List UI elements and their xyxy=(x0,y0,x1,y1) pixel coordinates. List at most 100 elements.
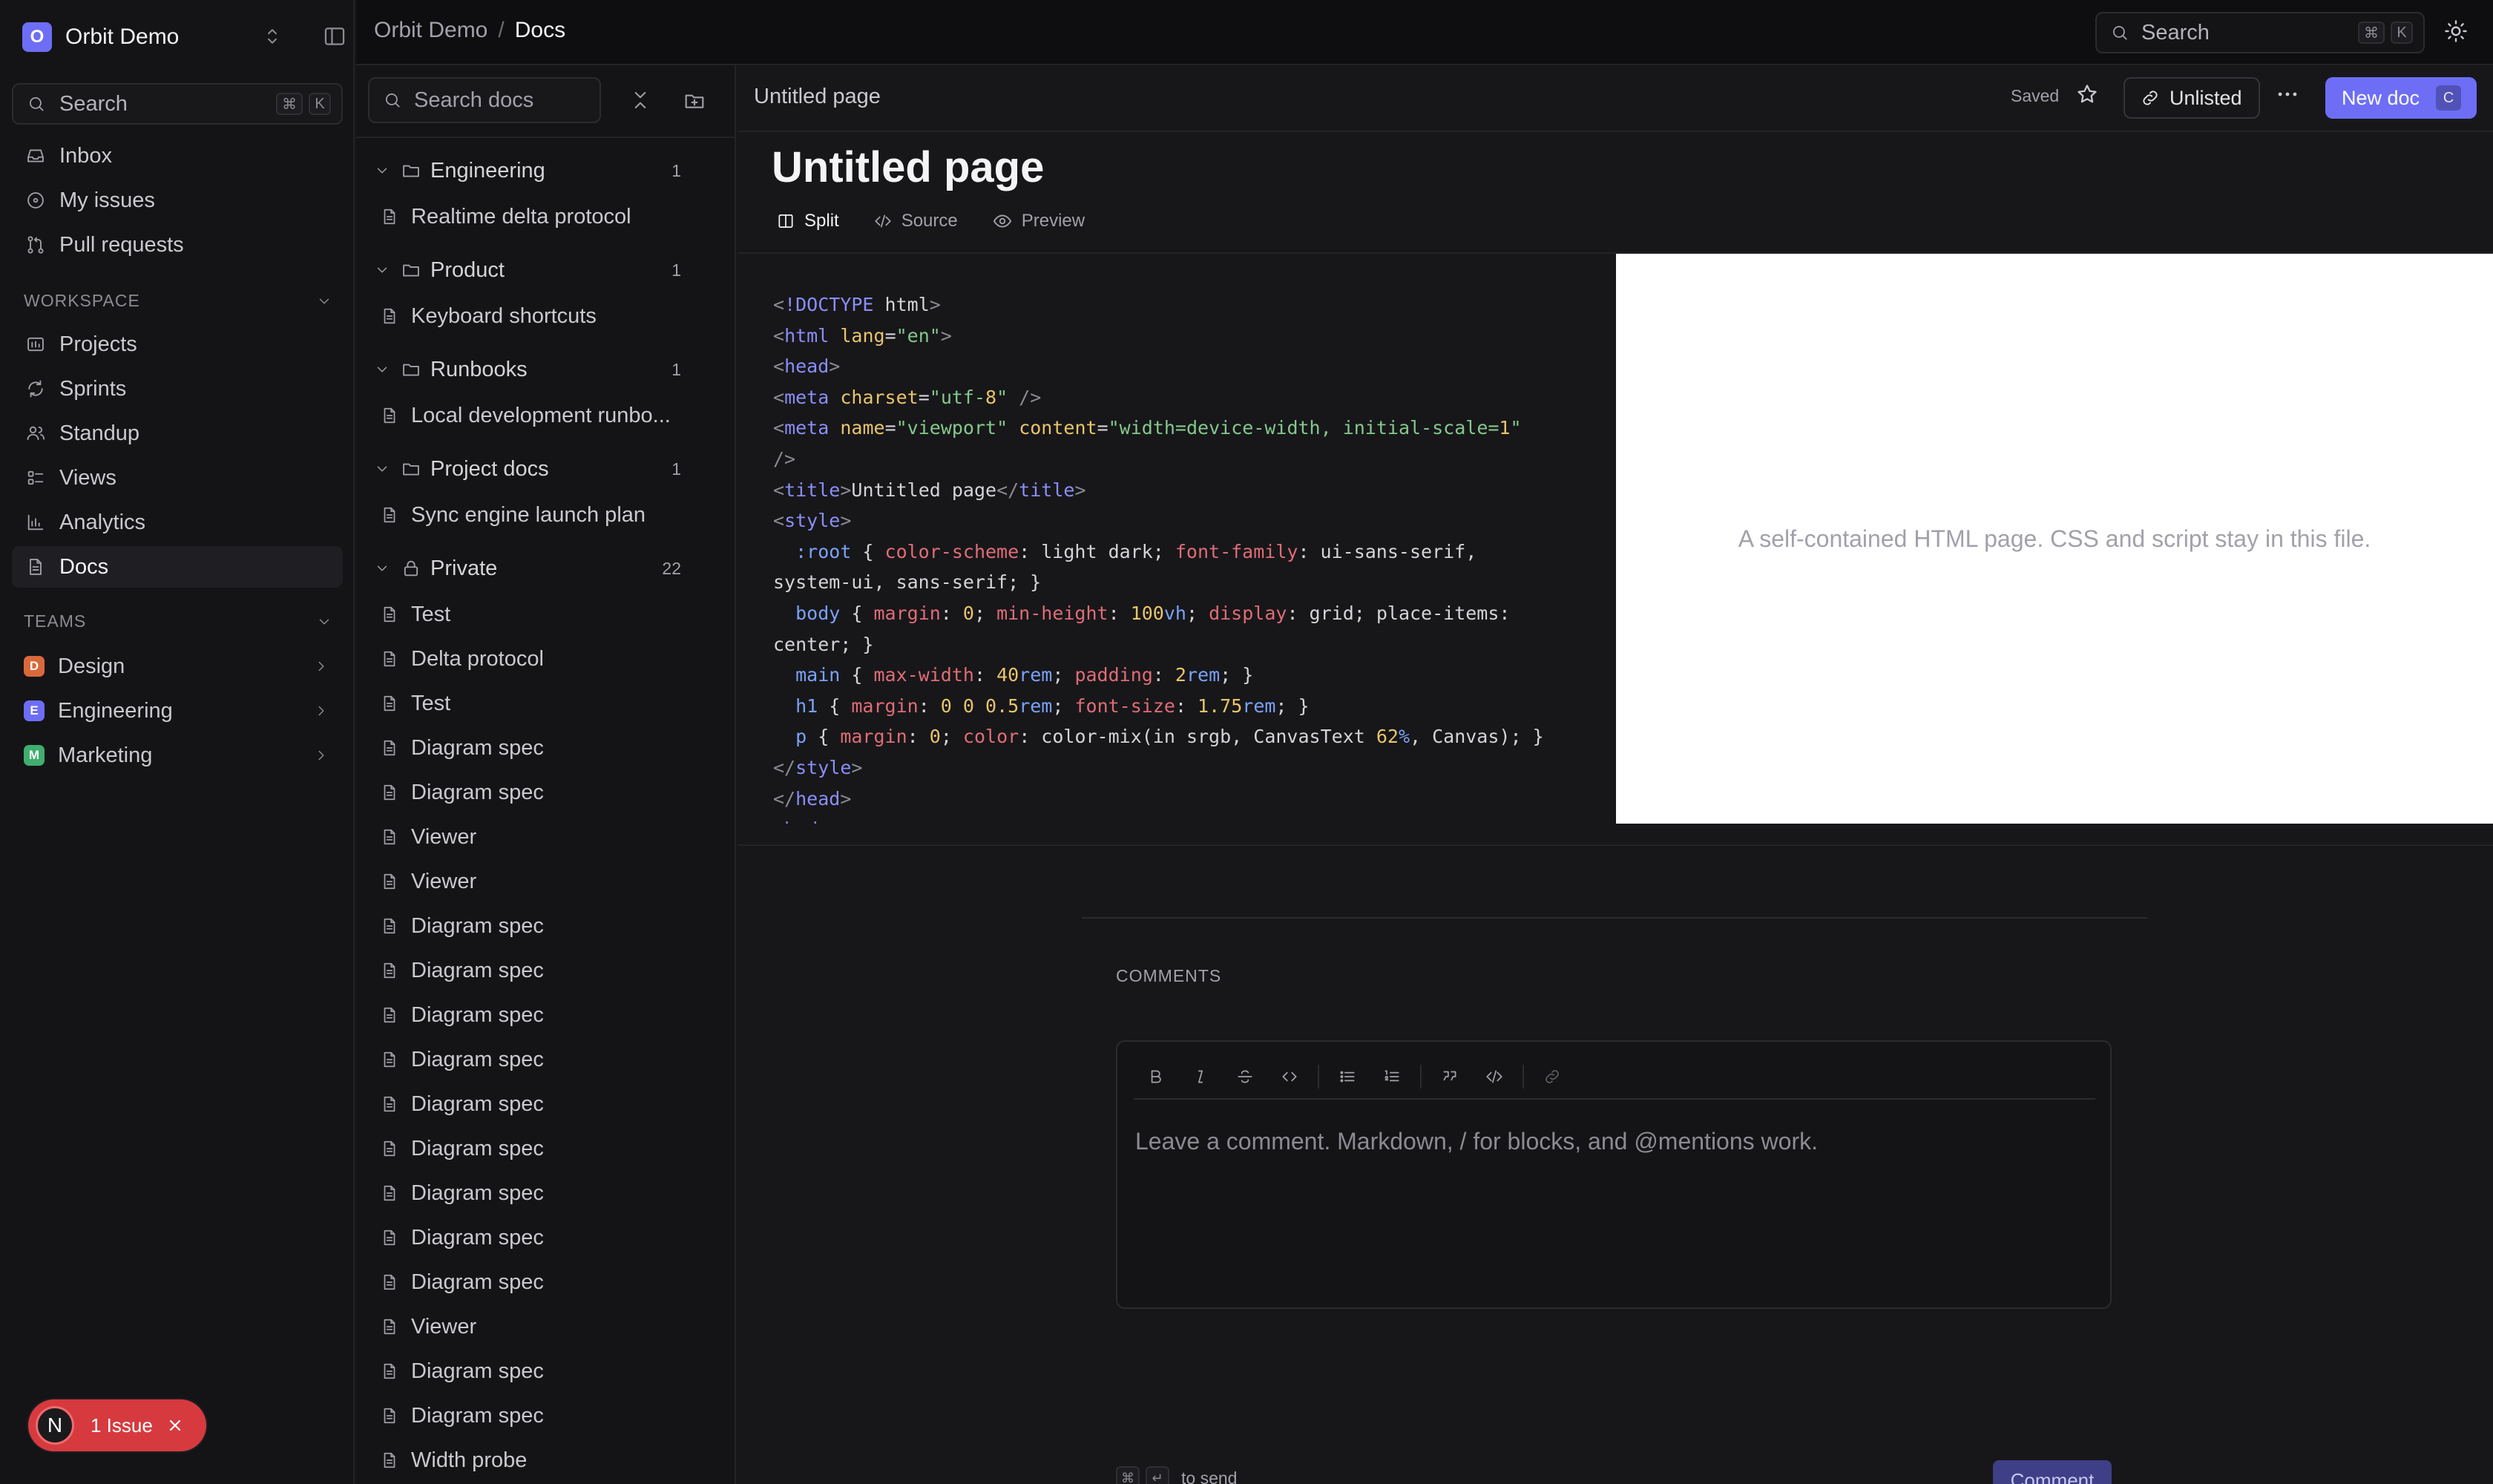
team-label: Marketing xyxy=(58,743,153,767)
tree-doc-label: Viewer xyxy=(411,869,477,893)
new-folder-icon[interactable] xyxy=(683,89,706,113)
sidebar-item-views[interactable]: Views xyxy=(12,457,343,499)
tree-doc-item[interactable]: Width probe xyxy=(380,1439,729,1481)
chevron-up-down-icon[interactable] xyxy=(261,25,283,47)
tree-doc-item[interactable]: Diagram spec xyxy=(380,1083,729,1125)
document-icon xyxy=(380,1451,399,1470)
chevron-right-icon[interactable] xyxy=(313,658,329,674)
chevron-down-icon[interactable] xyxy=(374,560,390,577)
team-item-engineering[interactable]: E Engineering xyxy=(12,690,343,732)
chevron-down-icon[interactable] xyxy=(374,461,390,477)
tree-doc-item[interactable]: Diagram spec xyxy=(380,1217,729,1258)
workspace-switcher[interactable]: O Orbit Demo xyxy=(22,21,345,53)
tree-folder-project-docs[interactable]: Project docs 1 xyxy=(374,448,723,490)
tab-source[interactable]: Source xyxy=(863,202,968,240)
inline-code-icon[interactable] xyxy=(1267,1060,1312,1093)
sidebar-toggle-icon[interactable] xyxy=(322,24,347,49)
sidebar-item-my-issues[interactable]: My issues xyxy=(12,180,343,221)
tab-split[interactable]: Split xyxy=(766,202,850,240)
tree-doc-item[interactable]: Diagram spec xyxy=(380,772,729,813)
tree-folder-runbooks[interactable]: Runbooks 1 xyxy=(374,349,723,390)
tree-doc-item[interactable]: Diagram spec xyxy=(380,1039,729,1080)
sidebar-item-docs[interactable]: Docs xyxy=(12,546,343,588)
chevron-right-icon[interactable] xyxy=(313,747,329,764)
document-title[interactable]: Untitled page xyxy=(772,142,1044,192)
team-item-design[interactable]: D Design xyxy=(12,646,343,687)
tree-doc-item[interactable]: Sync engine launch plan xyxy=(380,494,729,536)
tree-doc-item[interactable]: Diagram spec xyxy=(380,727,729,769)
global-search[interactable]: Search ⌘ K xyxy=(2095,12,2425,53)
tree-doc-item[interactable]: Viewer xyxy=(380,816,729,858)
sidebar-item-analytics[interactable]: Analytics xyxy=(12,502,343,543)
chevron-right-icon[interactable] xyxy=(313,703,329,719)
tree-doc-item[interactable]: Test xyxy=(380,594,729,635)
team-item-marketing[interactable]: M Marketing xyxy=(12,735,343,776)
tree-doc-item[interactable]: Realtime delta protocol xyxy=(380,196,729,237)
chevron-down-icon[interactable] xyxy=(374,262,390,278)
kbd-cmd: ⌘ xyxy=(1116,1466,1140,1484)
tree-doc-item[interactable]: Diagram spec xyxy=(380,1172,729,1214)
new-doc-button[interactable]: New doc C xyxy=(2325,77,2477,119)
tree-doc-item[interactable]: Viewer xyxy=(380,1306,729,1347)
bold-icon[interactable] xyxy=(1134,1060,1178,1093)
more-options-icon[interactable] xyxy=(2275,82,2300,107)
breadcrumb-workspace[interactable]: Orbit Demo xyxy=(374,18,487,43)
collapse-all-icon[interactable] xyxy=(629,89,651,111)
tree-doc-item[interactable]: Local development runbo... xyxy=(380,395,729,436)
strikethrough-icon[interactable] xyxy=(1223,1060,1267,1093)
sidebar-search[interactable]: Search ⌘ K xyxy=(12,83,343,125)
tree-folder-private[interactable]: Private 22 xyxy=(374,548,723,589)
tree-doc-label: Diagram spec xyxy=(411,780,544,804)
bullet-list-icon[interactable] xyxy=(1325,1060,1370,1093)
tab-preview[interactable]: Preview xyxy=(982,202,1095,240)
teams-section-heading[interactable]: TEAMS xyxy=(24,611,332,631)
global-search-label: Search xyxy=(2141,20,2210,45)
comment-submit-button[interactable]: Comment xyxy=(1993,1460,2112,1484)
tree-doc-item[interactable]: Keyboard shortcuts xyxy=(380,295,729,337)
tree-doc-item[interactable]: Diagram spec xyxy=(380,905,729,947)
italic-icon[interactable] xyxy=(1178,1060,1223,1093)
theme-toggle-sun-icon[interactable] xyxy=(2443,18,2469,45)
code-icon xyxy=(873,211,893,231)
star-icon[interactable] xyxy=(2075,82,2100,107)
source-code-editor[interactable]: <!DOCTYPE html> <html lang="en"> <head> <me… xyxy=(773,289,1604,824)
tree-folder-product[interactable]: Product 1 xyxy=(374,249,723,291)
chevron-down-icon[interactable] xyxy=(374,361,390,378)
close-icon[interactable] xyxy=(166,1416,184,1434)
tree-doc-item[interactable]: Diagram spec xyxy=(380,1350,729,1392)
sidebar-item-sprints[interactable]: Sprints xyxy=(12,368,343,410)
code-line: <body> xyxy=(773,814,1604,824)
numbered-list-icon[interactable] xyxy=(1370,1060,1414,1093)
tree-doc-item[interactable]: Test xyxy=(380,683,729,724)
code-block-icon[interactable] xyxy=(1472,1060,1517,1093)
tree-doc-item[interactable]: Diagram spec xyxy=(380,994,729,1036)
tree-doc-item[interactable]: Delta protocol xyxy=(380,638,729,680)
chevron-down-icon[interactable] xyxy=(374,162,390,179)
sidebar-item-projects[interactable]: Projects xyxy=(12,324,343,365)
tree-folder-label: Project docs xyxy=(430,456,549,481)
visibility-button[interactable]: Unlisted xyxy=(2124,77,2260,119)
sidebar-item-standup[interactable]: Standup xyxy=(12,413,343,454)
tree-doc-item[interactable]: Diagram spec xyxy=(380,1128,729,1169)
link-icon[interactable] xyxy=(1530,1060,1574,1093)
document-icon xyxy=(380,1362,399,1381)
document-icon xyxy=(25,556,46,577)
quote-icon[interactable] xyxy=(1428,1060,1472,1093)
docs-search-input[interactable]: Search docs xyxy=(368,77,601,123)
breadcrumb: Orbit Demo / Docs xyxy=(374,18,565,43)
tree-doc-label: Diagram spec xyxy=(411,1359,544,1383)
tree-folder-engineering[interactable]: Engineering 1 xyxy=(374,150,723,191)
document-icon xyxy=(380,827,399,847)
workspace-section-heading[interactable]: WORKSPACE xyxy=(24,291,332,311)
sidebar-item-label: Sprints xyxy=(59,376,127,401)
sidebar-item-inbox[interactable]: Inbox xyxy=(12,135,343,177)
tree-doc-item[interactable]: Viewer xyxy=(380,861,729,902)
tree-doc-item[interactable]: Diagram spec xyxy=(380,1395,729,1437)
docs-tree-panel: Search docs Engineering 1 Realtime delta p… xyxy=(356,65,736,1484)
comment-editor[interactable]: Leave a comment. Markdown, / for blocks,… xyxy=(1116,1040,2112,1309)
tree-doc-item[interactable]: Diagram spec xyxy=(380,1261,729,1303)
issues-indicator[interactable]: N 1 Issue xyxy=(28,1399,206,1451)
top-bar: Orbit Demo / Docs Search ⌘ K xyxy=(356,0,2493,65)
tree-doc-item[interactable]: Diagram spec xyxy=(380,950,729,991)
sidebar-item-pull-requests[interactable]: Pull requests xyxy=(12,224,343,266)
